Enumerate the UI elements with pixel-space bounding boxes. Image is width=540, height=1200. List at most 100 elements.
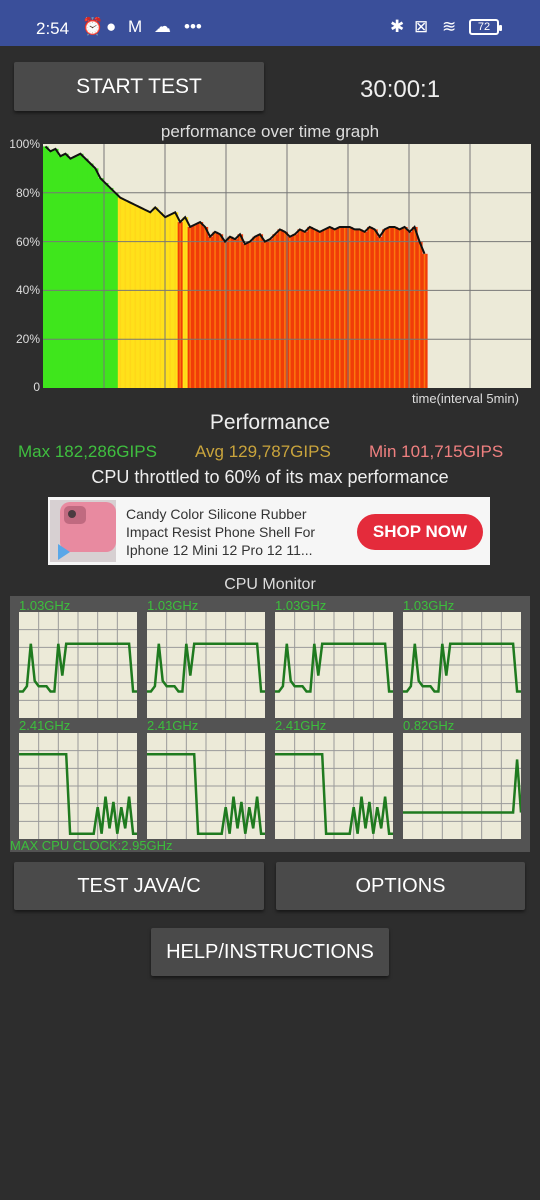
- perf-bar: [52, 148, 59, 388]
- min-performance: Min 101,715GIPS: [369, 442, 504, 461]
- perf-bar-stripe: [378, 236, 381, 388]
- perf-bar-stripe: [358, 229, 361, 388]
- avg-performance: Avg 129,787GIPS: [195, 442, 331, 461]
- chat-bubble-icon: ●: [106, 17, 117, 36]
- perf-bar-stripe: [393, 226, 396, 388]
- gmail-icon: M: [128, 17, 143, 36]
- core-frequency-label: 1.03GHz: [19, 598, 71, 613]
- perf-bar-stripe: [159, 212, 161, 388]
- perf-bar-stripe: [329, 226, 331, 388]
- perf-bar: [92, 168, 99, 388]
- perf-bar-stripe: [388, 226, 391, 388]
- status-bar: 2:54 ⏰ ● M ☁ ••• ✱ ⊠ ≋ 72: [0, 0, 540, 46]
- phone-case-image: [50, 500, 116, 562]
- perf-bar-stripe: [314, 229, 316, 388]
- core-frequency-label: 1.03GHz: [275, 598, 327, 613]
- perf-bar-stripe: [129, 202, 132, 388]
- core-frequency-label: 1.03GHz: [403, 598, 455, 613]
- options-button[interactable]: OPTIONS: [276, 862, 525, 910]
- perf-bar-stripe: [254, 236, 256, 388]
- core-graph-svg: [403, 733, 523, 839]
- perf-bar: [62, 153, 69, 388]
- perf-bar: [107, 187, 114, 388]
- bluetooth-icon: ✱: [390, 17, 405, 36]
- perf-bar-stripe: [373, 229, 376, 388]
- y-label-40: 40%: [15, 283, 40, 297]
- perf-bar-stripe: [279, 229, 281, 388]
- help-instructions-button[interactable]: HELP/INSTRUCTIONS: [151, 928, 389, 976]
- perf-bar-stripe: [413, 226, 416, 388]
- more-dots-icon: •••: [184, 17, 202, 36]
- perf-bar-stripe: [179, 222, 181, 388]
- no-sim-icon: ⊠: [414, 17, 429, 36]
- core-frequency-label: 0.82GHz: [403, 718, 455, 733]
- graph-title: performance over time graph: [160, 122, 380, 141]
- perf-bar-stripe: [403, 226, 406, 388]
- core-graph: [19, 733, 137, 839]
- perf-bar-stripe: [229, 236, 231, 388]
- core-graph: [275, 612, 393, 718]
- perf-bar-stripe: [319, 231, 321, 388]
- perf-bar-stripe: [338, 226, 341, 388]
- perf-bar-stripe: [289, 236, 291, 388]
- battery-indicator: 72: [469, 19, 502, 35]
- perf-bar-stripe: [249, 241, 251, 388]
- y-label-80: 80%: [15, 186, 40, 200]
- perf-bar: [47, 151, 54, 388]
- perf-bar-stripe: [274, 234, 276, 388]
- perf-bar-stripe: [333, 229, 336, 388]
- perf-bar-stripe: [343, 226, 346, 388]
- core-graph-svg: [19, 612, 137, 718]
- y-label-60: 60%: [15, 235, 40, 249]
- performance-graph: [43, 144, 531, 388]
- perf-bar: [77, 153, 84, 388]
- core-graph: [147, 733, 265, 839]
- core-frequency-label: 1.03GHz: [147, 598, 199, 613]
- core-graph: [403, 733, 523, 839]
- ad-banner[interactable]: Candy Color Silicone Rubber Impact Resis…: [48, 497, 490, 565]
- core-graph-svg: [19, 733, 137, 839]
- perf-bar-stripe: [119, 197, 122, 388]
- perf-bar-stripe: [194, 224, 196, 388]
- perf-bar-stripe: [304, 231, 306, 388]
- perf-bar-stripe: [239, 234, 241, 388]
- ad-product-image: [50, 500, 116, 562]
- perf-bar-stripe: [199, 222, 201, 388]
- x-axis-label: time(interval 5min): [412, 391, 519, 406]
- perf-bar-stripe: [294, 234, 296, 388]
- wifi-icon: ≋: [442, 17, 457, 36]
- cpu-monitor-title: CPU Monitor: [224, 576, 316, 593]
- test-java-c-button[interactable]: TEST JAVA/C: [14, 862, 264, 910]
- core-graph-svg: [275, 612, 393, 718]
- perf-bar-stripe: [204, 226, 206, 388]
- perf-bar-stripe: [309, 226, 311, 388]
- perf-bar-stripe: [418, 241, 421, 388]
- start-test-button[interactable]: START TEST: [14, 62, 264, 111]
- perf-bar-stripe: [348, 226, 351, 388]
- throttle-message: CPU throttled to 60% of its max performa…: [91, 467, 449, 487]
- perf-bar-stripe: [149, 212, 151, 388]
- core-graph: [19, 612, 137, 718]
- perf-bar: [57, 156, 64, 388]
- perf-bar-stripe: [368, 226, 371, 388]
- perf-bar-stripe: [189, 226, 191, 388]
- ad-text: Candy Color Silicone Rubber Impact Resis…: [126, 506, 316, 558]
- core-graph-svg: [147, 733, 265, 839]
- core-graph: [403, 612, 521, 718]
- perf-bar-stripe: [144, 209, 146, 388]
- cloud-icon: ☁: [154, 17, 171, 36]
- perf-bar: [97, 178, 104, 388]
- perf-bar-stripe: [259, 234, 261, 388]
- perf-bar: [43, 146, 49, 388]
- perf-bar-stripe: [124, 200, 127, 388]
- perf-bar-stripe: [169, 214, 171, 388]
- perf-bar-stripe: [324, 229, 326, 388]
- cpu-monitor-panel: 1.03GHz 1.03GHz 1.03GHz 1.03GHz 2.41GHz 2.41G…: [10, 596, 530, 852]
- perf-bar-stripe: [134, 205, 137, 388]
- perf-bar-stripe: [383, 229, 386, 388]
- perf-bar-stripe: [398, 229, 401, 388]
- core-graph: [275, 733, 393, 839]
- max-performance: Max 182,286GIPS: [18, 442, 157, 461]
- shop-now-button[interactable]: SHOP NOW: [357, 514, 483, 550]
- test-timer: 30:00:1: [360, 76, 441, 103]
